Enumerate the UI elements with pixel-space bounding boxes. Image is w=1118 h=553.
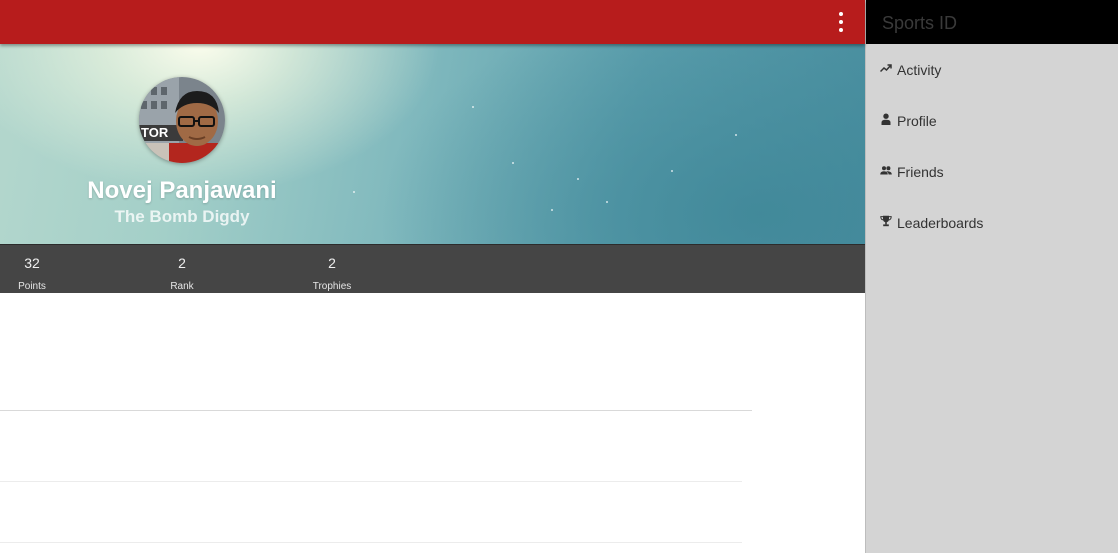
stat-label: Trophies	[312, 281, 352, 292]
stats-bar: 32 Points 2 Rank 2 Trophies	[0, 244, 865, 293]
nav-item-label: Activity	[897, 62, 942, 78]
trending-up-icon	[880, 64, 892, 73]
people-icon	[880, 166, 892, 175]
profile-name: Novej Panjawani	[87, 177, 277, 204]
nav-item-label: Profile	[897, 113, 937, 129]
avatar[interactable]: TOR	[139, 77, 225, 163]
stat-label: Rank	[170, 281, 194, 292]
app-toolbar	[0, 0, 865, 44]
list-divider	[0, 410, 752, 411]
trophy-icon	[880, 215, 892, 227]
stat-value: 2	[328, 255, 336, 271]
main-content: TOR Novej Panjawani The Bomb Digdy 32 Po…	[0, 0, 865, 553]
stat-label: Points	[18, 281, 46, 292]
nav-item-activity[interactable]: Activity	[866, 52, 1118, 92]
nav-item-profile[interactable]: Profile	[866, 103, 1118, 143]
nav-item-label: Friends	[897, 164, 944, 180]
app-window: TOR Novej Panjawani The Bomb Digdy 32 Po…	[0, 0, 1118, 553]
stat-value: 32	[24, 255, 40, 271]
profile-header: TOR Novej Panjawani The Bomb Digdy	[0, 44, 865, 244]
profile-tagline: The Bomb Digdy	[114, 207, 250, 226]
nav-drawer: Sports ID Activity Profile Friends Leade…	[865, 0, 1118, 553]
list-divider	[0, 481, 742, 482]
avatar-photo: TOR	[139, 77, 225, 163]
nav-item-label: Leaderboards	[897, 215, 984, 231]
drawer-title: Sports ID	[882, 13, 958, 33]
nav-item-leaderboards[interactable]: Leaderboards	[866, 205, 1118, 245]
list-divider	[0, 542, 742, 543]
stat-value: 2	[178, 255, 186, 271]
nav-item-friends[interactable]: Friends	[866, 154, 1118, 194]
person-icon	[881, 113, 891, 125]
drawer-header: Sports ID	[866, 0, 1118, 44]
svg-text:TOR: TOR	[141, 125, 169, 140]
more-vert-icon[interactable]	[834, 12, 848, 32]
